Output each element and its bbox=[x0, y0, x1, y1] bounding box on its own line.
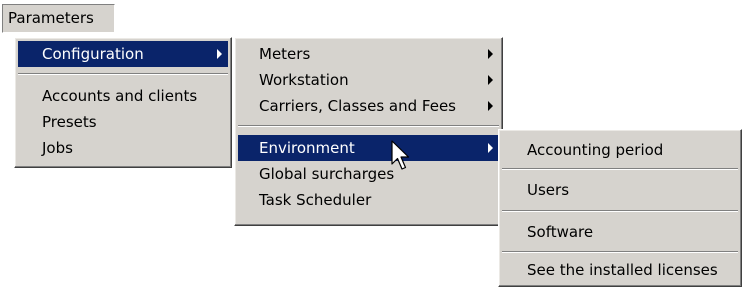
menu-item-meters-label: Meters bbox=[259, 45, 311, 63]
menu-item-accounting-period[interactable]: Accounting period bbox=[502, 133, 738, 167]
menu-item-carriers-classes-fees[interactable]: Carriers, Classes and Fees bbox=[238, 93, 499, 119]
menu-item-accounts-and-clients-label: Accounts and clients bbox=[42, 87, 198, 105]
menu-item-workstation[interactable]: Workstation bbox=[238, 67, 499, 93]
menu-separator bbox=[502, 168, 738, 170]
submenu-arrow-icon bbox=[488, 143, 493, 153]
menu-item-workstation-label: Workstation bbox=[259, 71, 349, 89]
configuration-submenu: Meters Workstation Carriers, Classes and… bbox=[234, 37, 503, 226]
menu-separator bbox=[502, 210, 738, 212]
submenu-arrow-icon bbox=[217, 49, 222, 59]
menu-item-global-surcharges[interactable]: Global surcharges bbox=[238, 161, 499, 187]
menu-separator bbox=[502, 251, 738, 253]
environment-submenu: Accounting period Users Software See the… bbox=[498, 129, 742, 287]
menu-item-installed-licenses-label: See the installed licenses bbox=[527, 261, 718, 279]
submenu-arrow-icon bbox=[488, 49, 493, 59]
menu-item-jobs-label: Jobs bbox=[42, 139, 73, 157]
mouse-pointer-icon bbox=[391, 140, 410, 170]
menu-item-accounting-period-label: Accounting period bbox=[527, 141, 664, 159]
menu-item-meters[interactable]: Meters bbox=[238, 41, 499, 67]
menu-item-users-label: Users bbox=[527, 181, 570, 199]
menubar-parameters[interactable]: Parameters bbox=[2, 4, 115, 33]
menu-item-presets-label: Presets bbox=[42, 113, 97, 131]
menu-item-task-scheduler-label: Task Scheduler bbox=[259, 191, 372, 209]
menu-item-configuration-label: Configuration bbox=[42, 45, 144, 63]
menu-item-accounts-and-clients[interactable]: Accounts and clients bbox=[18, 83, 228, 109]
menu-separator bbox=[18, 73, 228, 75]
menu-item-installed-licenses[interactable]: See the installed licenses bbox=[502, 255, 738, 285]
menu-separator bbox=[238, 125, 499, 127]
submenu-arrow-icon bbox=[488, 101, 493, 111]
submenu-arrow-icon bbox=[488, 75, 493, 85]
menu-item-task-scheduler[interactable]: Task Scheduler bbox=[238, 187, 499, 213]
menu-item-jobs[interactable]: Jobs bbox=[18, 135, 228, 161]
menu-item-environment-label: Environment bbox=[259, 139, 355, 157]
menu-item-global-surcharges-label: Global surcharges bbox=[259, 165, 395, 183]
menu-item-presets[interactable]: Presets bbox=[18, 109, 228, 135]
menu-item-carriers-classes-fees-label: Carriers, Classes and Fees bbox=[259, 97, 456, 115]
menu-item-configuration[interactable]: Configuration bbox=[18, 41, 228, 67]
menu-item-software-label: Software bbox=[527, 223, 594, 241]
menu-item-software[interactable]: Software bbox=[502, 215, 738, 249]
menu-item-users[interactable]: Users bbox=[502, 173, 738, 207]
menu-item-environment[interactable]: Environment bbox=[238, 135, 499, 161]
parameters-menu: Configuration Accounts and clients Prese… bbox=[14, 37, 232, 168]
